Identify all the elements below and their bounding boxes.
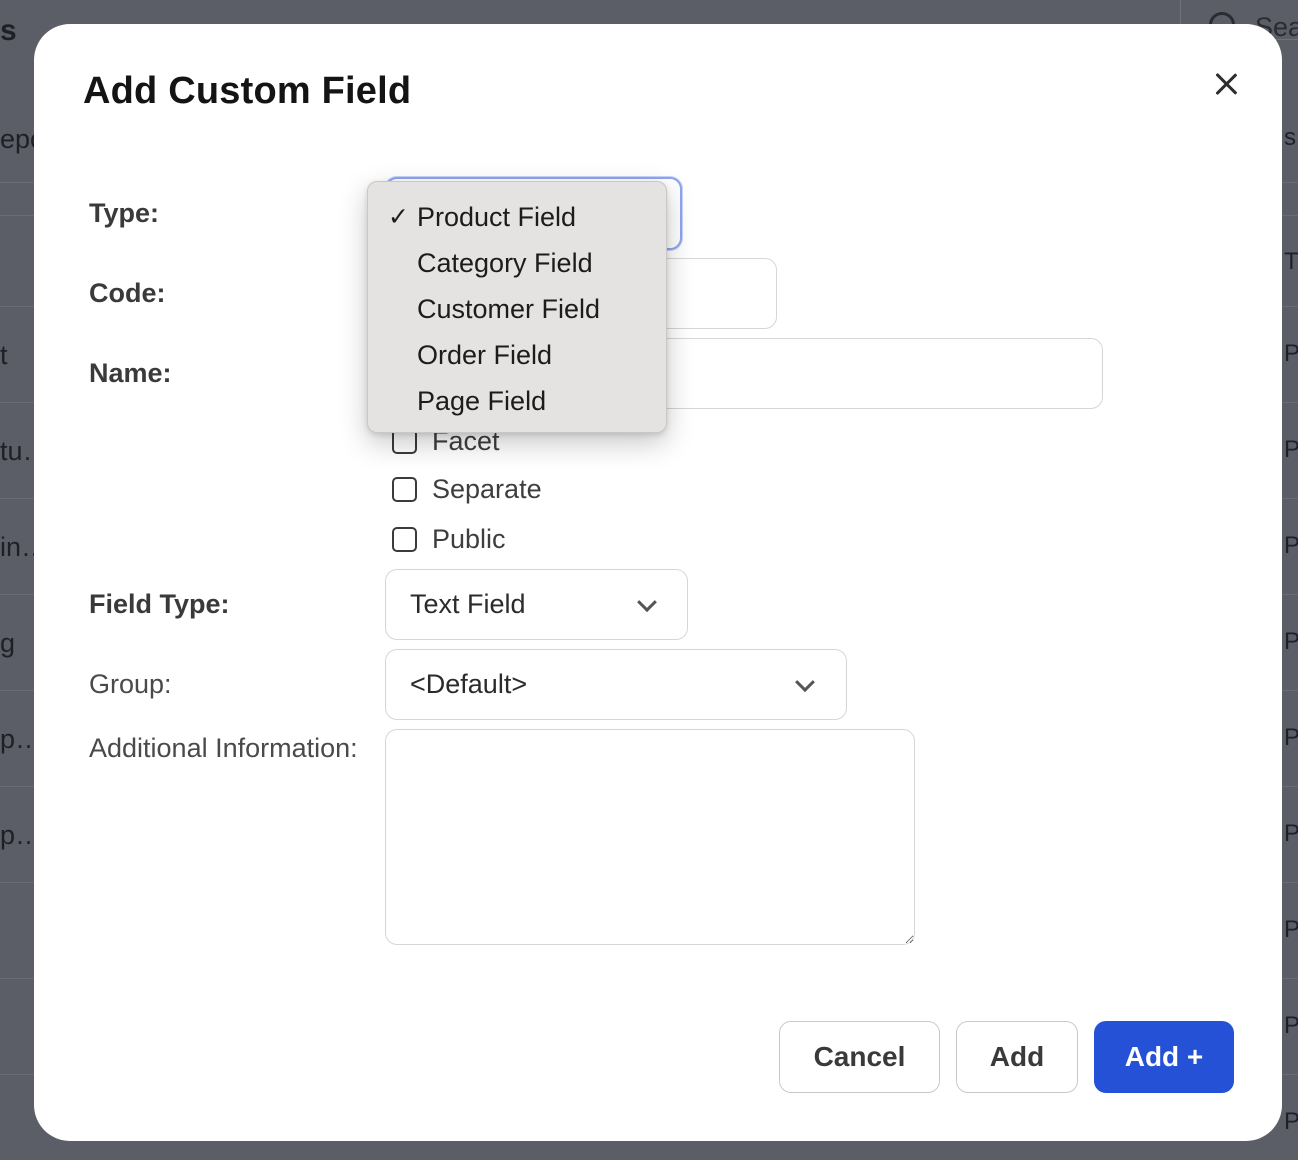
public-checkbox[interactable] [392,527,417,552]
group-value: <Default> [410,669,528,699]
separate-checkbox-row[interactable]: Separate [392,474,542,505]
code-label: Code: [89,278,166,308]
separate-checkbox-label: Separate [432,474,542,504]
type-option-product-field[interactable]: ✓ Product Field [368,194,666,240]
type-option-label: Category Field [417,248,593,278]
background-text: s [1284,124,1296,151]
field-type-value: Text Field [410,589,526,619]
chevron-down-icon [637,591,657,612]
additional-info-textarea[interactable] [385,729,915,945]
type-option-label: Page Field [417,386,547,416]
separate-checkbox[interactable] [392,477,417,502]
background-text: P [1284,628,1298,655]
background-text: t [0,340,8,370]
name-label: Name: [89,358,172,388]
additional-info-label: Additional Information: [89,733,358,763]
background-text: P [1284,1108,1298,1135]
close-icon[interactable] [1206,64,1246,104]
type-option-label: Product Field [417,202,577,232]
type-option-label: Order Field [417,340,553,370]
background-text: s [0,14,17,47]
type-option-customer-field[interactable]: Customer Field [368,286,666,332]
checkmark-icon: ✓ [388,203,409,231]
background-text: P [1284,340,1298,367]
background-text: P [1284,724,1298,751]
dialog-title: Add Custom Field [83,70,412,112]
cancel-button[interactable]: Cancel [779,1021,940,1093]
type-dropdown-menu: ✓ Product Field Category Field Customer … [367,181,667,433]
add-plus-button[interactable]: Add + [1094,1021,1234,1093]
background-text: T [1284,248,1298,275]
type-option-order-field[interactable]: Order Field [368,332,666,378]
public-checkbox-label: Public [432,524,506,554]
background-text: g [0,628,16,658]
background-text: P [1284,532,1298,559]
add-button[interactable]: Add [956,1021,1078,1093]
add-custom-field-dialog: Add Custom Field Type: Code: Name: Field… [34,24,1282,1141]
background-text: P [1284,820,1298,847]
field-type-label: Field Type: [89,589,230,619]
type-option-label: Customer Field [417,294,601,324]
group-label: Group: [89,669,172,699]
group-select[interactable]: <Default> [385,649,847,720]
chevron-down-icon [795,671,815,692]
type-option-category-field[interactable]: Category Field [368,240,666,286]
background-text: P [1284,436,1298,463]
public-checkbox-row[interactable]: Public [392,524,506,555]
background-text: P [1284,1012,1298,1039]
field-type-select[interactable]: Text Field [385,569,688,640]
type-label: Type: [89,198,160,228]
type-option-page-field[interactable]: Page Field [368,378,666,424]
background-text: P [1284,916,1298,943]
